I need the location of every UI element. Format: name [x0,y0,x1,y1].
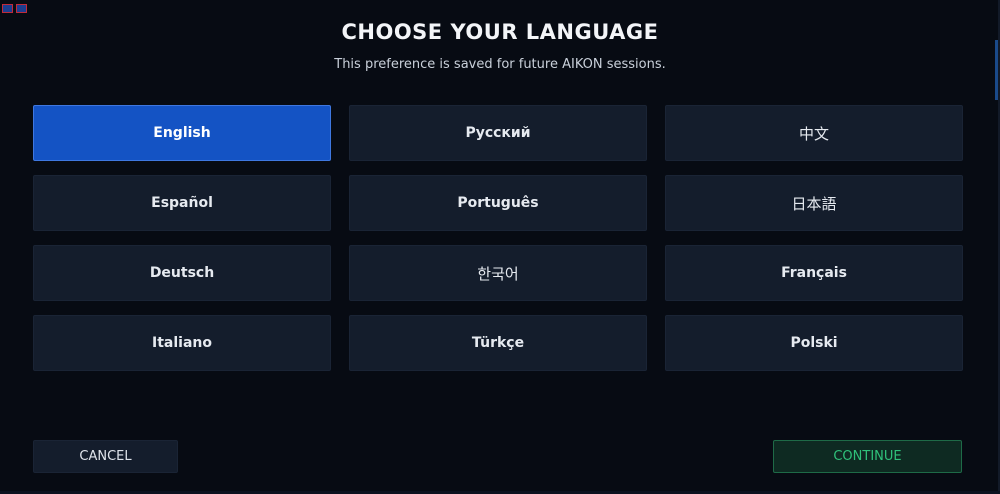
language-option-french[interactable]: Français [665,245,963,301]
language-option-portuguese[interactable]: Português [349,175,647,231]
app-flag-icon-2 [16,4,27,13]
dialog-title: CHOOSE YOUR LANGUAGE [341,20,659,44]
window-icons [2,4,27,13]
language-option-polish[interactable]: Polski [665,315,963,371]
app-flag-icon [2,4,13,13]
language-option-german[interactable]: Deutsch [33,245,331,301]
language-option-turkish[interactable]: Türkçe [349,315,647,371]
language-option-spanish[interactable]: Español [33,175,331,231]
language-option-english[interactable]: English [33,105,331,161]
continue-button[interactable]: CONTINUE [773,440,962,473]
language-dialog: CHOOSE YOUR LANGUAGE This preference is … [0,0,1000,494]
language-option-korean[interactable]: 한국어 [349,245,647,301]
cancel-button[interactable]: CANCEL [33,440,178,473]
language-option-italian[interactable]: Italiano [33,315,331,371]
language-grid: English Русский 中文 Español Português 日本語… [33,105,963,371]
language-option-russian[interactable]: Русский [349,105,647,161]
language-option-japanese[interactable]: 日本語 [665,175,963,231]
language-option-chinese[interactable]: 中文 [665,105,963,161]
dialog-subtitle: This preference is saved for future AIKO… [334,57,666,72]
